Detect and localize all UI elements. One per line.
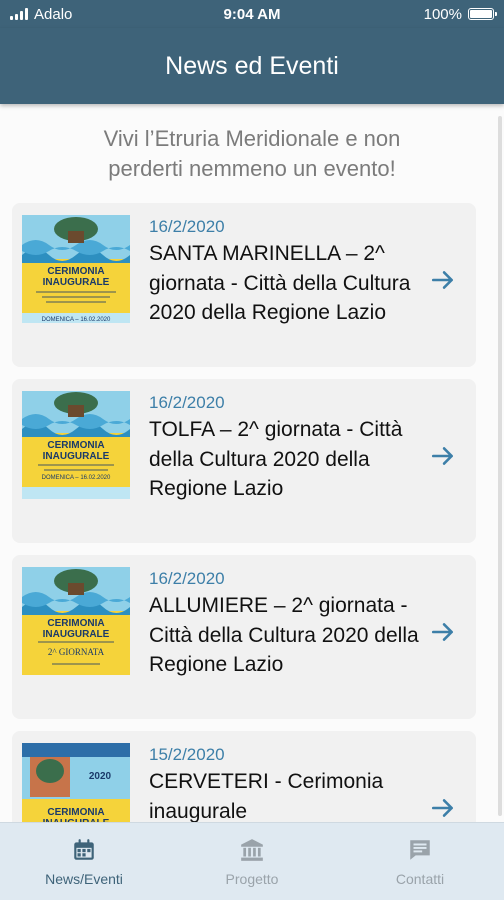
arrow-right-icon[interactable] (430, 267, 456, 293)
tab-news-eventi[interactable]: News/Eventi (0, 823, 168, 900)
bottom-tab-bar: News/Eventi Progetto Contatti (0, 822, 504, 900)
tab-contatti[interactable]: Contatti (336, 823, 504, 900)
event-title: ALLUMIERE – 2^ giornata - Città della Cu… (149, 594, 419, 676)
event-date: 16/2/2020 (149, 217, 225, 236)
event-card[interactable]: CERIMONIA INAUGURALE DOMENICA – 16.02.20… (12, 379, 476, 543)
event-poster-image: CERIMONIA INAUGURALE DOMENICA – 16.02.20… (22, 215, 130, 323)
intro-text: Vivi l’Etruria Meridionale e non perdert… (0, 124, 504, 184)
poster-heading-line-2: INAUGURALE (43, 451, 110, 462)
event-date: 15/2/2020 (149, 745, 225, 764)
event-card[interactable]: CERIMONIA INAUGURALE 2^ GIORNATA 16/2/20… (12, 555, 476, 719)
event-card[interactable]: 2020 CERIMONIA INAUGURALE 15/2/2020 CERV… (12, 731, 476, 822)
tab-label: Contatti (395, 870, 445, 887)
battery-percent: 100% (423, 5, 462, 23)
poster-footer: DOMENICA – 16.02.2020 (42, 475, 111, 481)
signal-icon (10, 8, 28, 20)
calendar-icon (74, 838, 94, 860)
status-bar: Adalo 9:04 AM 100% (0, 0, 504, 28)
event-card[interactable]: CERIMONIA INAUGURALE DOMENICA – 16.02.20… (12, 203, 476, 367)
event-title: CERVETERI - Cerimonia inaugurale (149, 770, 384, 822)
arrow-right-icon[interactable] (430, 619, 456, 645)
event-poster-image: CERIMONIA INAUGURALE 2^ GIORNATA (22, 567, 130, 675)
event-title: SANTA MARINELLA – 2^ giornata - Città de… (149, 242, 411, 324)
arrow-right-icon[interactable] (430, 443, 456, 469)
scrollbar[interactable] (498, 116, 502, 816)
poster-heading-line-1: CERIMONIA (47, 807, 104, 818)
page-title: News ed Eventi (165, 51, 339, 80)
status-left: Adalo (10, 6, 72, 23)
poster-footer: DOMENICA – 16.02.2020 (42, 317, 111, 323)
poster-heading-line-1: CERIMONIA (47, 618, 104, 629)
event-poster-image: CERIMONIA INAUGURALE DOMENICA – 16.02.20… (22, 391, 130, 499)
poster-heading-line-2: INAUGURALE (43, 277, 110, 288)
status-right: 100% (423, 5, 497, 23)
event-title: TOLFA – 2^ giornata - Città della Cultur… (149, 418, 403, 500)
event-date: 16/2/2020 (149, 569, 225, 588)
poster-heading-line-1: CERIMONIA (47, 440, 104, 451)
app-header: News ed Eventi (0, 28, 504, 104)
tab-label: News/Eventi (45, 870, 123, 887)
tab-label: Progetto (225, 870, 279, 887)
arrow-right-icon[interactable] (430, 795, 456, 821)
poster-heading-line-1: CERIMONIA (47, 266, 104, 277)
intro-line-1: Vivi l’Etruria Meridionale e non (103, 126, 401, 151)
tab-progetto[interactable]: Progetto (168, 823, 336, 900)
event-poster-image: 2020 CERIMONIA INAUGURALE (22, 743, 130, 822)
bank-icon (241, 838, 263, 861)
battery-icon (468, 8, 497, 20)
poster-footer: 2020 (89, 771, 112, 782)
news-list[interactable]: Vivi l’Etruria Meridionale e non perdert… (0, 104, 504, 822)
poster-footer: 2^ GIORNATA (48, 647, 105, 657)
poster-heading-line-2: INAUGURALE (43, 629, 110, 640)
intro-line-2: perderti nemmeno un evento! (108, 156, 396, 181)
carrier-label: Adalo (34, 5, 73, 23)
event-date: 16/2/2020 (149, 393, 225, 412)
chat-icon (410, 839, 430, 860)
